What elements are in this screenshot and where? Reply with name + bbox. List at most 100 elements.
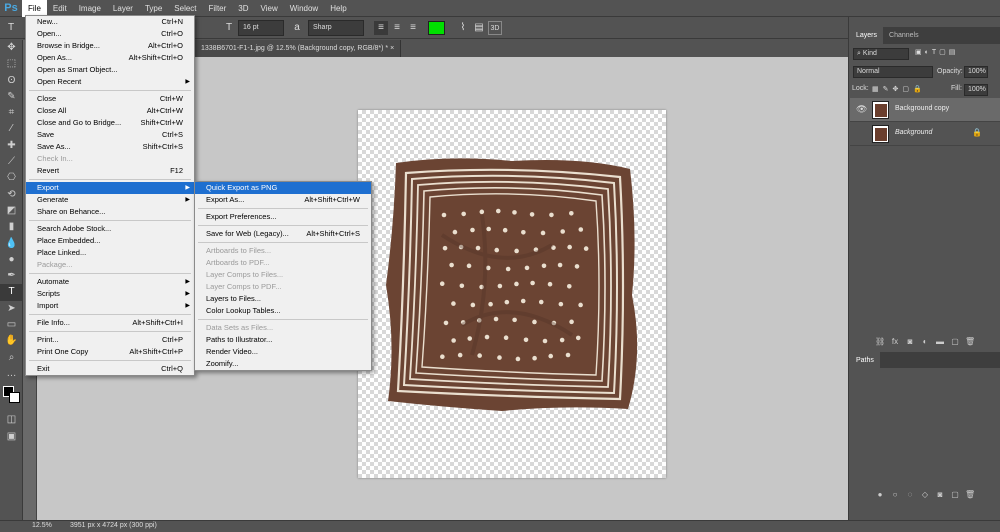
new-layer-icon[interactable]: ▢ bbox=[950, 337, 960, 346]
menu-item-new[interactable]: New... Ctrl+N bbox=[26, 16, 194, 28]
menu-item-close-and-go-to-bridge[interactable]: Close and Go to Bridge... Shift+Ctrl+W bbox=[26, 117, 194, 129]
delete-layer-icon[interactable]: 🗑 bbox=[965, 337, 975, 346]
shape-tool-icon[interactable]: ▭ bbox=[0, 317, 23, 333]
menu-item-file-info[interactable]: File Info... Alt+Shift+Ctrl+I bbox=[26, 317, 194, 329]
quick-select-tool-icon[interactable]: ✎ bbox=[0, 89, 23, 105]
layer-mask-icon[interactable]: ◙ bbox=[905, 337, 915, 346]
menu-item-close-all[interactable]: Close All Alt+Ctrl+W bbox=[26, 105, 194, 117]
crop-tool-icon[interactable]: ⌗ bbox=[0, 105, 23, 121]
menu-item-quick-export-as-png[interactable]: Quick Export as PNG bbox=[195, 182, 371, 194]
load-selection-icon[interactable]: ◌ bbox=[905, 490, 915, 499]
menu-item-save[interactable]: Save Ctrl+S bbox=[26, 129, 194, 141]
menu-item-import[interactable]: Import ▶ bbox=[26, 300, 194, 312]
fill-field[interactable]: 100% bbox=[964, 84, 988, 96]
menu-item-export-preferences[interactable]: Export Preferences... bbox=[195, 211, 371, 223]
opacity-field[interactable]: 100% bbox=[964, 66, 988, 78]
menu-item-layers-to-files[interactable]: Layers to Files... bbox=[195, 293, 371, 305]
close-tab-icon[interactable]: × bbox=[390, 45, 394, 52]
layer-row-background[interactable]: Background 🔒 bbox=[850, 122, 1000, 146]
menu-item-export[interactable]: Export ▶ bbox=[26, 182, 194, 194]
background-color-swatch[interactable] bbox=[9, 392, 20, 404]
document-tab[interactable]: 1338B6701-F1-1.jpg @ 12.5% (Background c… bbox=[195, 40, 402, 57]
menu-item-export-as[interactable]: Export As... Alt+Shift+Ctrl+W bbox=[195, 194, 371, 206]
screen-mode-icon[interactable]: ▣ bbox=[0, 429, 23, 445]
menu-item-place-embedded[interactable]: Place Embedded... bbox=[26, 235, 194, 247]
align-center-icon[interactable]: ≡ bbox=[390, 21, 404, 35]
hand-tool-icon[interactable]: ✋ bbox=[0, 333, 23, 349]
layer-style-icon[interactable]: fx bbox=[890, 337, 900, 346]
menu-item-generate[interactable]: Generate ▶ bbox=[26, 194, 194, 206]
stamp-tool-icon[interactable]: ⎔ bbox=[0, 170, 23, 186]
gradient-tool-icon[interactable]: ▮ bbox=[0, 219, 23, 235]
eye-icon[interactable]: 👁 bbox=[856, 104, 867, 115]
adjustment-layer-icon[interactable]: ◐ bbox=[920, 337, 930, 346]
blend-mode-select[interactable]: Normal bbox=[853, 66, 933, 78]
align-right-icon[interactable]: ≡ bbox=[406, 21, 420, 35]
menu-3d[interactable]: 3D bbox=[232, 0, 254, 17]
menu-item-save-as[interactable]: Save As... Shift+Ctrl+S bbox=[26, 141, 194, 153]
fill-path-icon[interactable]: ● bbox=[875, 490, 885, 499]
new-path-icon[interactable]: ▢ bbox=[950, 490, 960, 499]
history-brush-icon[interactable]: ⟲ bbox=[0, 187, 23, 203]
add-mask-icon[interactable]: ◙ bbox=[935, 490, 945, 499]
quick-mask-icon[interactable]: ◫ bbox=[0, 412, 23, 428]
type-tool-active-icon[interactable]: T bbox=[0, 284, 23, 301]
menu-item-print[interactable]: Print... Ctrl+P bbox=[26, 334, 194, 346]
lock-icons[interactable]: ▦✎✥▢🔒 bbox=[872, 85, 926, 98]
menu-item-scripts[interactable]: Scripts ▶ bbox=[26, 288, 194, 300]
delete-path-icon[interactable]: 🗑 bbox=[965, 490, 975, 499]
zoom-level[interactable]: 12.5% bbox=[32, 522, 52, 529]
make-work-path-icon[interactable]: ◇ bbox=[920, 490, 930, 499]
menu-item-browse-in-bridge[interactable]: Browse in Bridge... Alt+Ctrl+O bbox=[26, 40, 194, 52]
menu-item-revert[interactable]: Revert F12 bbox=[26, 165, 194, 177]
pen-tool-icon[interactable]: ✒ bbox=[0, 268, 23, 284]
antialias-select[interactable]: Sharp bbox=[308, 20, 364, 36]
menu-item-place-linked[interactable]: Place Linked... bbox=[26, 247, 194, 259]
lasso-tool-icon[interactable]: ʘ bbox=[0, 73, 23, 89]
new-group-icon[interactable]: ▬ bbox=[935, 337, 945, 346]
warp-text-icon[interactable]: ⌇ bbox=[456, 21, 470, 35]
healing-tool-icon[interactable]: ✚ bbox=[0, 138, 23, 154]
tab-layers[interactable]: Layers bbox=[850, 27, 884, 44]
menu-item-automate[interactable]: Automate ▶ bbox=[26, 276, 194, 288]
character-panel-icon[interactable]: ▤ bbox=[472, 21, 486, 35]
dodge-tool-icon[interactable]: ● bbox=[0, 252, 23, 268]
menu-item-color-lookup-tables[interactable]: Color Lookup Tables... bbox=[195, 305, 371, 317]
layer-filter-select[interactable]: ⌕ Kind bbox=[853, 48, 909, 60]
layer-filter-icons[interactable]: ▣◐T▢▤ bbox=[915, 48, 958, 61]
menu-view[interactable]: View bbox=[255, 0, 284, 17]
stroke-path-icon[interactable]: ○ bbox=[890, 490, 900, 499]
eyedropper-tool-icon[interactable]: ⁄ bbox=[0, 121, 23, 137]
more-tools-icon[interactable]: … bbox=[0, 366, 23, 382]
menu-item-open-as-smart-object[interactable]: Open as Smart Object... bbox=[26, 64, 194, 76]
menu-item-close[interactable]: Close Ctrl+W bbox=[26, 93, 194, 105]
menu-filter[interactable]: Filter bbox=[203, 0, 233, 17]
tab-channels[interactable]: Channels bbox=[883, 27, 925, 44]
link-layers-icon[interactable]: ⛓ bbox=[875, 337, 885, 346]
menu-item-share-on-behance[interactable]: Share on Behance... bbox=[26, 206, 194, 218]
menu-window[interactable]: Window bbox=[284, 0, 324, 17]
menu-item-open-recent[interactable]: Open Recent ▶ bbox=[26, 76, 194, 88]
tab-paths[interactable]: Paths bbox=[850, 352, 880, 369]
menu-item-zoomify[interactable]: Zoomify... bbox=[195, 358, 371, 370]
layer-row-background-copy[interactable]: 👁 Background copy bbox=[850, 98, 1000, 122]
menu-item-open-as[interactable]: Open As... Alt+Shift+Ctrl+O bbox=[26, 52, 194, 64]
path-select-tool-icon[interactable]: ➤ bbox=[0, 301, 23, 317]
3d-icon[interactable]: 3D bbox=[488, 21, 502, 35]
menu-item-open[interactable]: Open... Ctrl+O bbox=[26, 28, 194, 40]
color-swatches[interactable] bbox=[0, 382, 22, 412]
eraser-tool-icon[interactable]: ◩ bbox=[0, 203, 23, 219]
blur-tool-icon[interactable]: 💧 bbox=[0, 236, 23, 252]
menu-item-print-one-copy[interactable]: Print One Copy Alt+Shift+Ctrl+P bbox=[26, 346, 194, 358]
menu-item-search-adobe-stock[interactable]: Search Adobe Stock... bbox=[26, 223, 194, 235]
zoom-tool-icon[interactable]: ⌕ bbox=[0, 350, 23, 366]
move-tool-icon[interactable]: ✥ bbox=[0, 40, 23, 56]
align-left-icon[interactable]: ≡ bbox=[374, 21, 388, 35]
marquee-tool-icon[interactable]: ⬚ bbox=[0, 56, 23, 72]
menu-item-render-video[interactable]: Render Video... bbox=[195, 346, 371, 358]
menu-item-save-for-web-legacy[interactable]: Save for Web (Legacy)... Alt+Shift+Ctrl+S bbox=[195, 228, 371, 240]
menu-help[interactable]: Help bbox=[324, 0, 352, 17]
type-tool-icon[interactable]: T bbox=[4, 21, 18, 35]
font-size-select[interactable]: 16 pt bbox=[238, 20, 284, 36]
menu-item-exit[interactable]: Exit Ctrl+Q bbox=[26, 363, 194, 375]
